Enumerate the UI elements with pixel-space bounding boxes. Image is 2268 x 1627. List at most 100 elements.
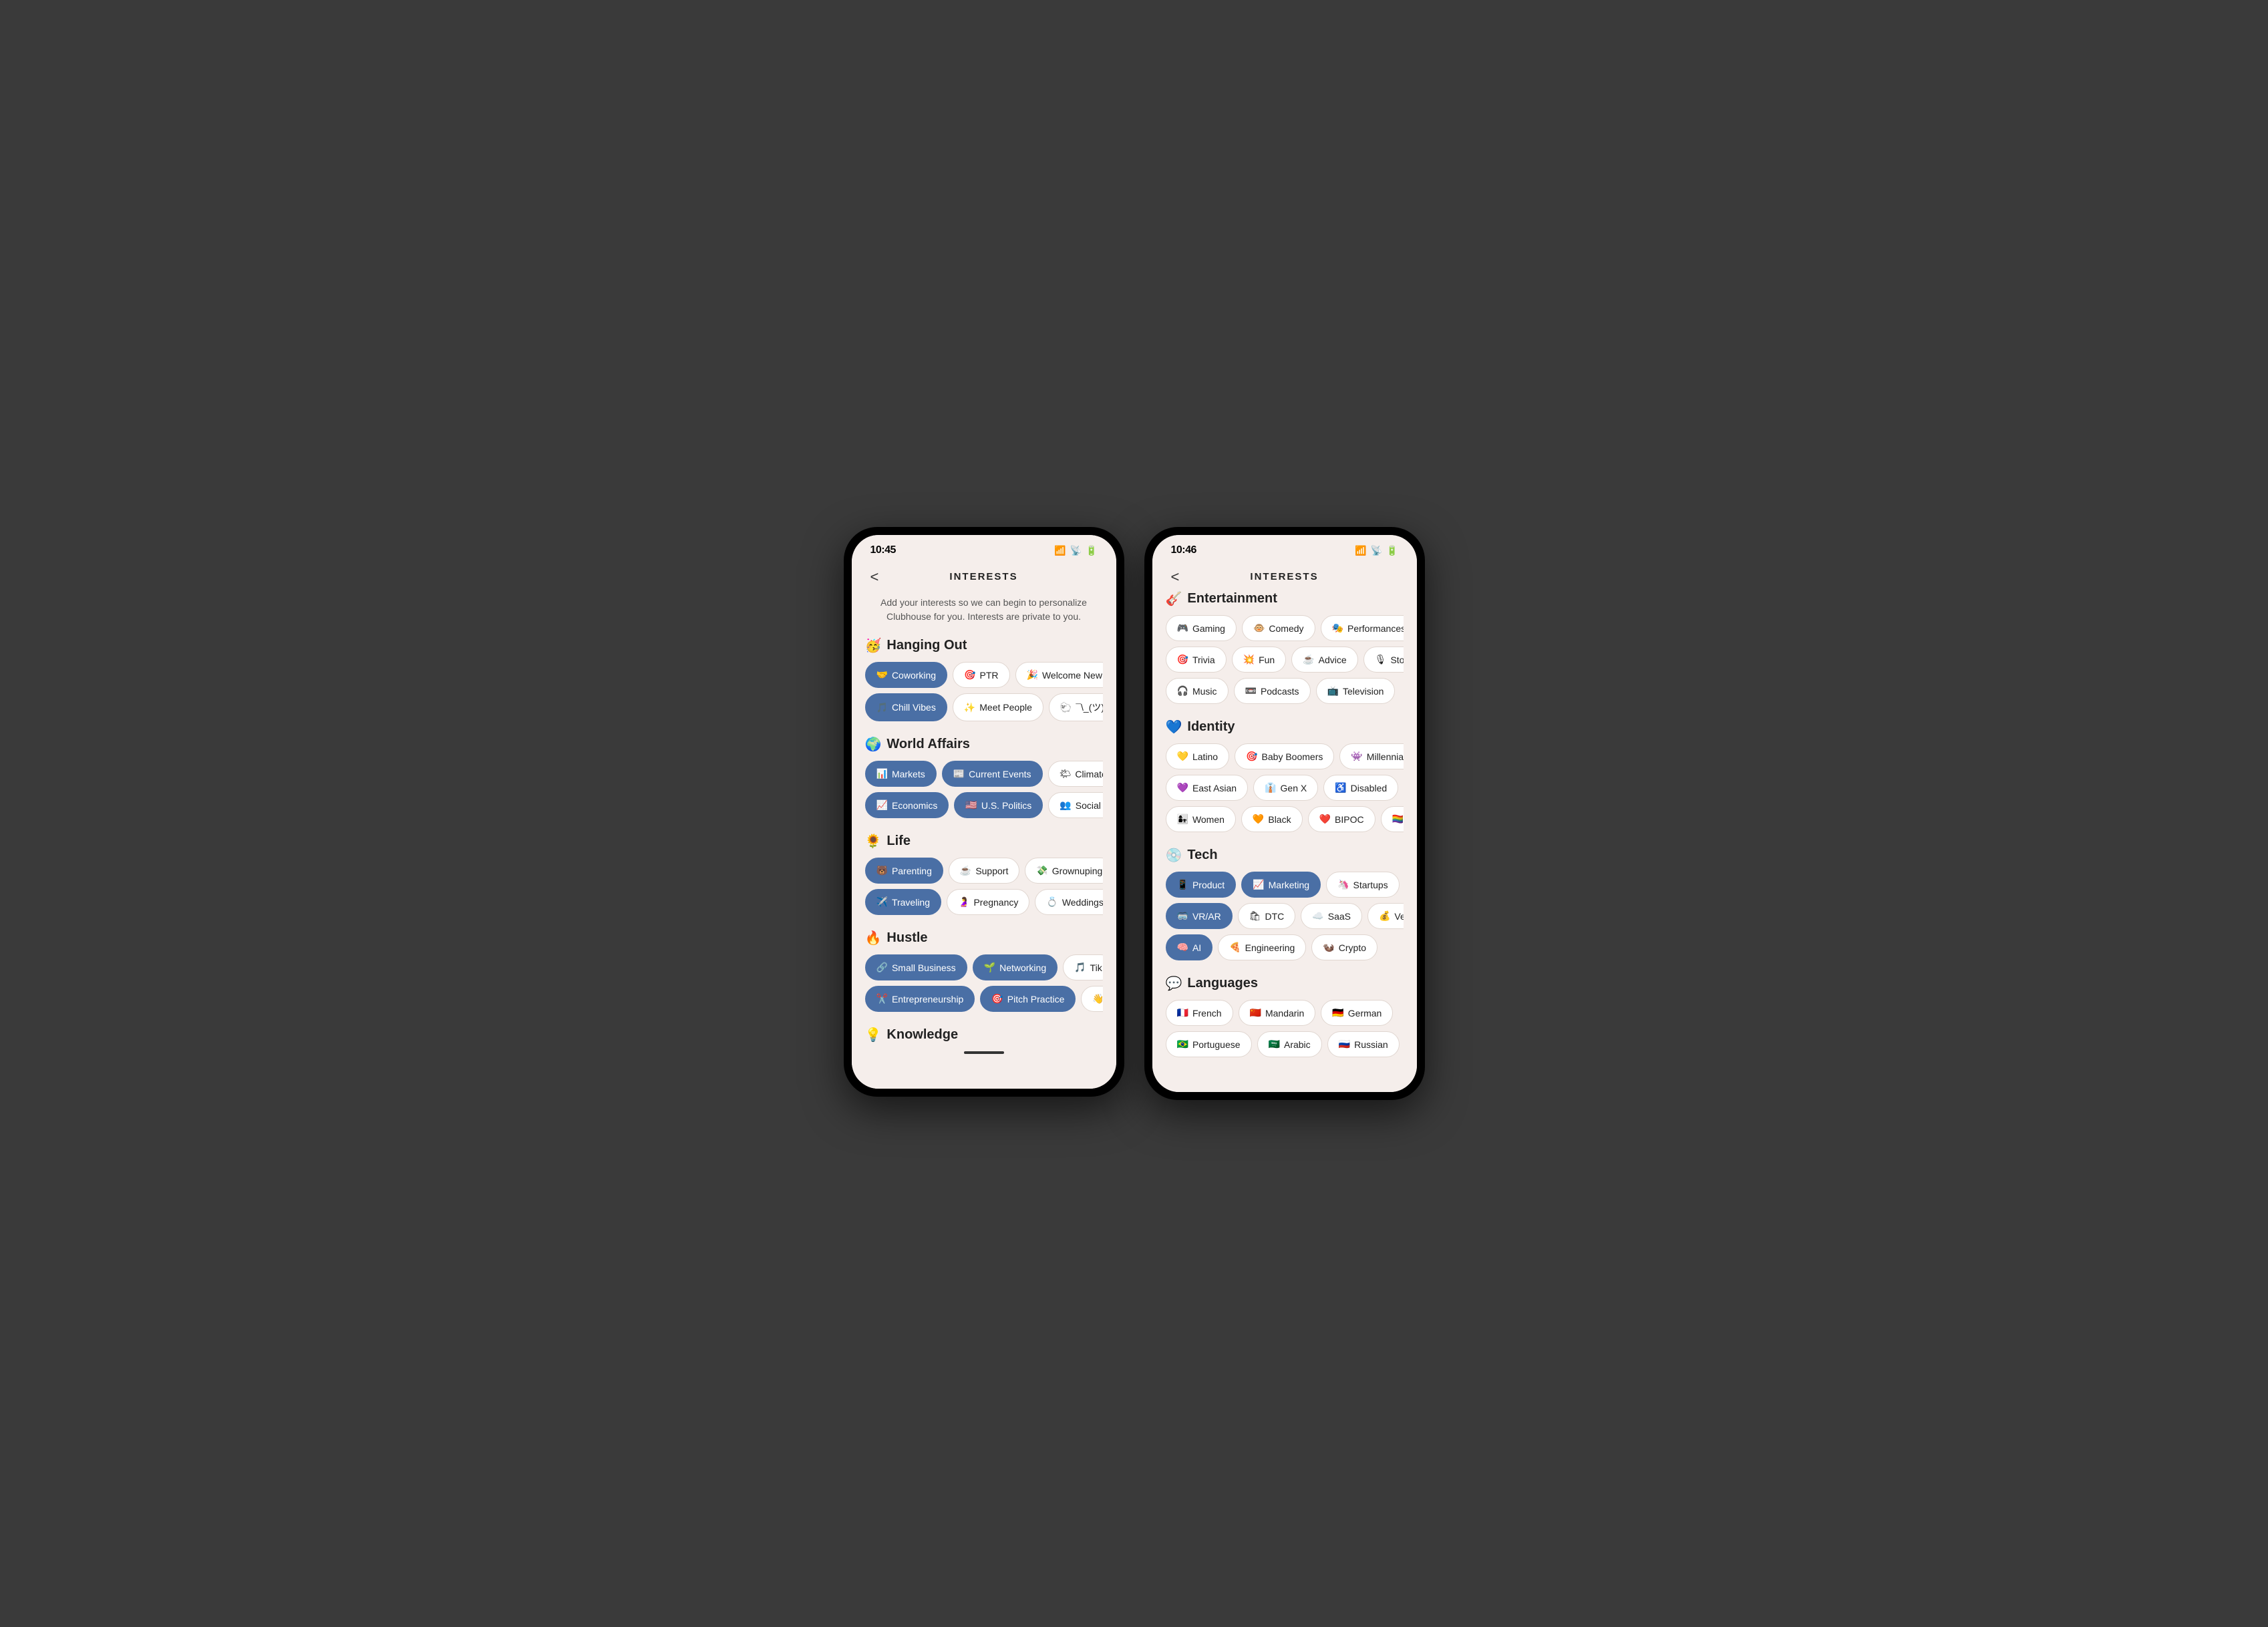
- tags-row-identity-2: 💜East Asian 👔Gen X ♿Disabled: [1166, 775, 1404, 801]
- tag-millennials[interactable]: 👾Millennials: [1339, 743, 1403, 769]
- tags-row-hustle-2: ✂️Entrepreneurship 🎯Pitch Practice 👋: [865, 986, 1103, 1012]
- status-bar-left: 10:45 📶 📡 🔋: [852, 535, 1116, 560]
- tag-television[interactable]: 📺Television: [1316, 678, 1396, 704]
- battery-icon-right: 🔋: [1386, 545, 1398, 556]
- tag-markets[interactable]: 📊Markets: [865, 761, 937, 787]
- tag-east-asian[interactable]: 💜East Asian: [1166, 775, 1249, 801]
- section-world-affairs: 🌍 World Affairs 📊Markets 📰Current Events…: [865, 736, 1103, 818]
- tag-vrar[interactable]: 🥽VR/AR: [1166, 903, 1233, 929]
- status-icons-left: 📶 📡 🔋: [1054, 545, 1097, 556]
- tag-ptr[interactable]: 🎯PTR: [953, 662, 1009, 688]
- section-title-languages: 💬 Languages: [1166, 975, 1404, 992]
- tag-advice[interactable]: ☕Advice: [1291, 647, 1357, 673]
- tag-weddings[interactable]: 💍Weddings: [1035, 889, 1102, 915]
- tag-shrug[interactable]: 🐑¯\_(ツ)_/¯: [1049, 693, 1103, 721]
- tag-us-politics[interactable]: 🇺🇸U.S. Politics: [954, 792, 1043, 818]
- tag-meet-people[interactable]: ✨Meet People: [953, 693, 1043, 721]
- section-title-tech: 💿 Tech: [1166, 847, 1404, 864]
- emoji-world-affairs: 🌍: [865, 736, 882, 753]
- section-life: 🌻 Life 🐻Parenting ☕Support 💸Grownuping ✈…: [865, 833, 1103, 915]
- tag-parenting[interactable]: 🐻Parenting: [865, 858, 943, 884]
- tag-fun[interactable]: 💥Fun: [1232, 647, 1287, 673]
- tag-bipoc[interactable]: ❤️BIPOC: [1308, 806, 1375, 832]
- tag-dtc[interactable]: 🛍DTC: [1238, 903, 1296, 929]
- tag-networking[interactable]: 🌱Networking: [973, 954, 1058, 980]
- tag-economics[interactable]: 📈Economics: [865, 792, 949, 818]
- emoji-hustle: 🔥: [865, 930, 882, 946]
- tag-latino[interactable]: 💛Latino: [1166, 743, 1230, 769]
- tag-product[interactable]: 📱Product: [1166, 872, 1237, 898]
- tag-gaming[interactable]: 🎮Gaming: [1166, 615, 1237, 641]
- tag-crypto[interactable]: 🦦Crypto: [1311, 934, 1378, 960]
- phones-container: 10:45 📶 📡 🔋 < INTERESTS Add your interes…: [844, 527, 1425, 1100]
- tags-row-entertainment-1: 🎮Gaming 🐵Comedy 🎭Performances: [1166, 615, 1404, 641]
- tag-support[interactable]: ☕Support: [949, 858, 1019, 884]
- tag-climate[interactable]: 🌤Climate: [1048, 761, 1103, 787]
- tag-music[interactable]: 🎧Music: [1166, 678, 1229, 704]
- section-title-hanging-out: 🥳 Hanging Out: [865, 637, 1103, 654]
- tag-black[interactable]: 🧡Black: [1241, 806, 1303, 832]
- section-languages: 💬 Languages 🇫🇷French 🇨🇳Mandarin 🇩🇪German…: [1166, 975, 1404, 1057]
- tag-portuguese[interactable]: 🇧🇷Portuguese: [1166, 1031, 1252, 1057]
- section-identity: 💙 Identity 💛Latino 🎯Baby Boomers 👾Millen…: [1166, 719, 1404, 832]
- emoji-tech: 💿: [1166, 847, 1182, 864]
- tags-row-hustle-1: 🔗Small Business 🌱Networking 🎵Tik: [865, 954, 1103, 980]
- tag-arabic[interactable]: 🇸🇦Arabic: [1257, 1031, 1322, 1057]
- tag-baby-boomers[interactable]: 🎯Baby Boomers: [1235, 743, 1334, 769]
- tag-current-events[interactable]: 📰Current Events: [942, 761, 1043, 787]
- tag-storytelling[interactable]: 🎙Storytelling: [1363, 647, 1404, 673]
- emoji-knowledge: 💡: [865, 1027, 882, 1043]
- emoji-hanging-out: 🥳: [865, 637, 882, 654]
- subtitle-left: Add your interests so we can begin to pe…: [865, 590, 1103, 637]
- tag-saas[interactable]: ☁️SaaS: [1301, 903, 1362, 929]
- tag-podcasts[interactable]: 📼Podcasts: [1234, 678, 1311, 704]
- tags-row-identity-1: 💛Latino 🎯Baby Boomers 👾Millennials: [1166, 743, 1404, 769]
- tag-coworking[interactable]: 🤝Coworking: [865, 662, 948, 688]
- emoji-life: 🌻: [865, 833, 882, 850]
- tag-grownuping[interactable]: 💸Grownuping: [1025, 858, 1102, 884]
- tag-ai[interactable]: 🧠AI: [1166, 934, 1213, 960]
- tag-traveling[interactable]: ✈️Traveling: [865, 889, 942, 915]
- tag-welcome-new[interactable]: 🎉Welcome New: [1015, 662, 1103, 688]
- tag-chill-vibes[interactable]: 🎵Chill Vibes: [865, 693, 947, 721]
- wifi-icon-left: 📡: [1070, 545, 1082, 556]
- section-entertainment: 🎸 Entertainment 🎮Gaming 🐵Comedy 🎭Perform…: [1166, 590, 1404, 704]
- tag-pregnancy[interactable]: 🤰Pregnancy: [947, 889, 1029, 915]
- tag-trivia[interactable]: 🎯Trivia: [1166, 647, 1227, 673]
- section-title-hustle: 🔥 Hustle: [865, 930, 1103, 946]
- tag-mandarin[interactable]: 🇨🇳Mandarin: [1239, 1000, 1316, 1026]
- tag-lgbtq[interactable]: 🏳️‍🌈LG...: [1381, 806, 1404, 832]
- phone-left: 10:45 📶 📡 🔋 < INTERESTS Add your interes…: [844, 527, 1124, 1097]
- tag-pitch-practice[interactable]: 🎯Pitch Practice: [980, 986, 1076, 1012]
- tag-comedy[interactable]: 🐵Comedy: [1242, 615, 1315, 641]
- tag-engineering[interactable]: 🍕Engineering: [1218, 934, 1306, 960]
- back-button-right[interactable]: <: [1166, 566, 1185, 588]
- tags-row-languages-1: 🇫🇷French 🇨🇳Mandarin 🇩🇪German: [1166, 1000, 1404, 1026]
- knowledge-divider: [964, 1051, 1004, 1054]
- tag-venture[interactable]: 💰Venture: [1367, 903, 1404, 929]
- tag-wave[interactable]: 👋: [1081, 986, 1102, 1012]
- tag-gen-x[interactable]: 👔Gen X: [1253, 775, 1318, 801]
- tag-disabled[interactable]: ♿Disabled: [1323, 775, 1398, 801]
- status-icons-right: 📶 📡 🔋: [1355, 545, 1398, 556]
- tags-row-entertainment-2: 🎯Trivia 💥Fun ☕Advice 🎙Storytelling: [1166, 647, 1404, 673]
- tag-german[interactable]: 🇩🇪German: [1321, 1000, 1393, 1026]
- tag-startups[interactable]: 🦄Startups: [1326, 872, 1400, 898]
- tags-row-life-1: 🐻Parenting ☕Support 💸Grownuping: [865, 858, 1103, 884]
- tags-row-languages-2: 🇧🇷Portuguese 🇸🇦Arabic 🇷🇺Russian: [1166, 1031, 1404, 1057]
- tag-tik[interactable]: 🎵Tik: [1063, 954, 1102, 980]
- section-hanging-out: 🥳 Hanging Out 🤝Coworking 🎯PTR 🎉Welcome N…: [865, 637, 1103, 721]
- back-button-left[interactable]: <: [865, 566, 884, 588]
- tags-row-tech-1: 📱Product 📈Marketing 🦄Startups: [1166, 872, 1404, 898]
- tag-russian[interactable]: 🇷🇺Russian: [1327, 1031, 1400, 1057]
- page-title-left: INTERESTS: [949, 571, 1017, 582]
- tag-entrepreneurship[interactable]: ✂️Entrepreneurship: [865, 986, 975, 1012]
- tag-social[interactable]: 👥Social I...: [1048, 792, 1102, 818]
- tag-marketing[interactable]: 📈Marketing: [1241, 872, 1321, 898]
- phone-right: 10:46 📶 📡 🔋 < INTERESTS 🎸 Entert: [1144, 527, 1425, 1100]
- tag-performances[interactable]: 🎭Performances: [1321, 615, 1404, 641]
- tag-women[interactable]: 👩‍👧Women: [1166, 806, 1236, 832]
- tags-row-entertainment-3: 🎧Music 📼Podcasts 📺Television: [1166, 678, 1404, 704]
- tag-small-business[interactable]: 🔗Small Business: [865, 954, 967, 980]
- tag-french[interactable]: 🇫🇷French: [1166, 1000, 1233, 1026]
